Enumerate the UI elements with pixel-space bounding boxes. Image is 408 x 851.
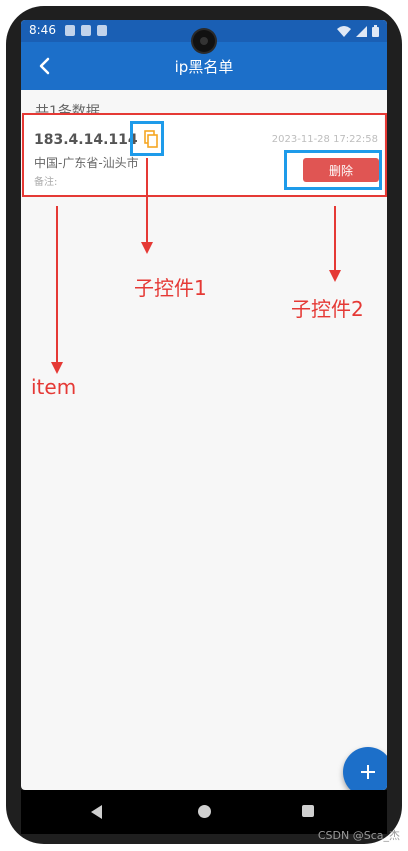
nav-recents-icon[interactable] xyxy=(302,805,314,817)
nav-back-icon[interactable] xyxy=(91,805,102,819)
annotation-item: item xyxy=(31,375,77,399)
signal-icon xyxy=(356,25,367,40)
item-arrow xyxy=(51,206,63,374)
sync-icon xyxy=(97,25,107,36)
sub-control-2-arrow xyxy=(329,206,341,282)
watermark: CSDN @Sca_杰 xyxy=(317,829,400,842)
add-button[interactable] xyxy=(343,747,387,790)
sub-control-2-highlight xyxy=(284,150,382,190)
sub-control-1-arrow xyxy=(141,158,153,254)
notification-icon xyxy=(65,25,75,36)
front-camera xyxy=(193,30,215,52)
notification-icons xyxy=(65,25,107,36)
battery-icon xyxy=(372,25,379,40)
system-icons xyxy=(337,25,379,40)
status-time: 8:46 xyxy=(29,23,56,37)
annotation-sub-control-2: 子控件2 xyxy=(291,297,364,321)
wifi-icon xyxy=(337,25,351,40)
page-title: ip黑名单 xyxy=(174,58,234,76)
annotation-sub-control-1: 子控件1 xyxy=(134,276,207,300)
sub-control-1-highlight xyxy=(130,121,164,156)
nav-home-icon[interactable] xyxy=(198,805,211,818)
sd-card-icon xyxy=(81,25,91,36)
